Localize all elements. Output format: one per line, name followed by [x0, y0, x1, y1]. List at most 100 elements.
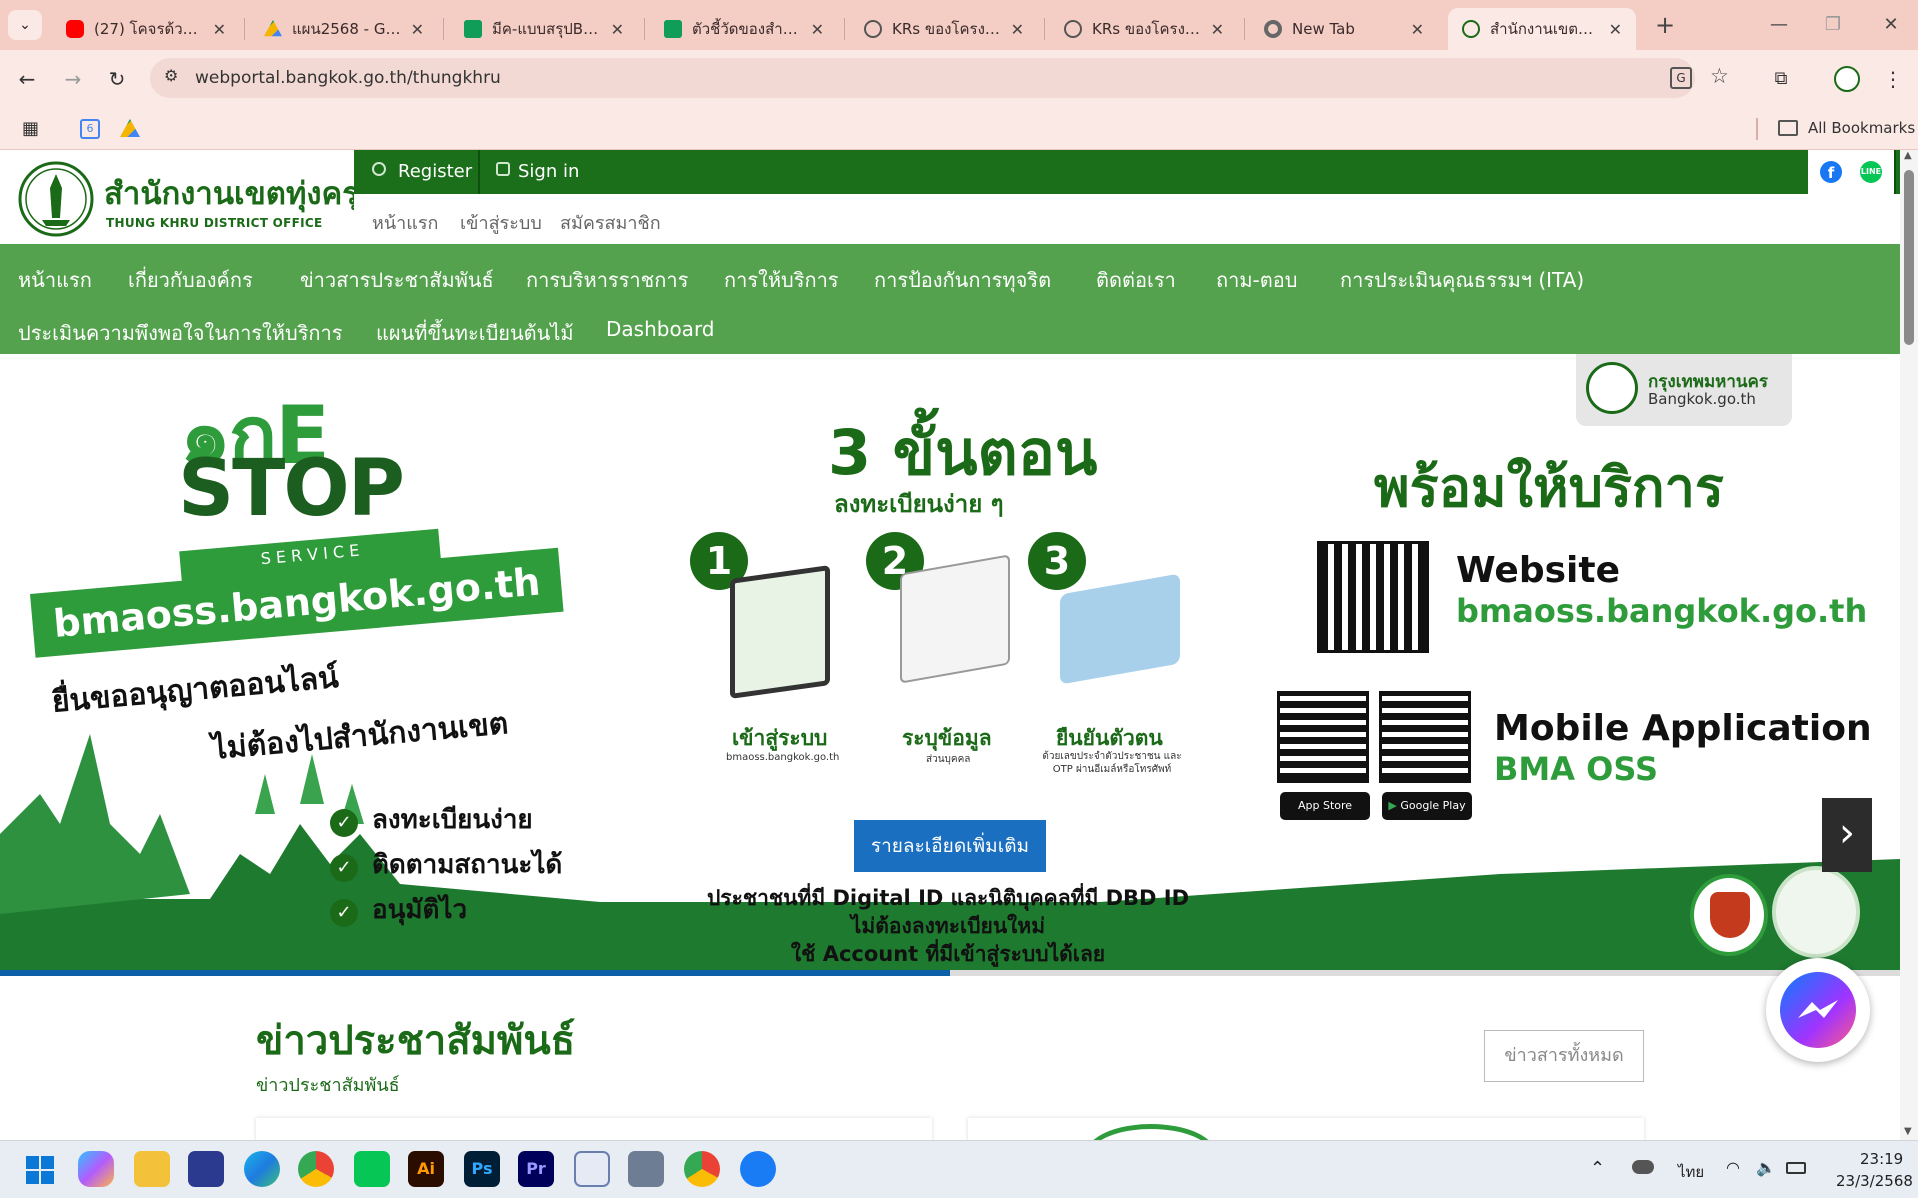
- steps-subtitle: ลงทะเบียนง่าย ๆ: [834, 490, 1004, 518]
- close-tab-icon[interactable]: ✕: [411, 20, 424, 39]
- subnav-home[interactable]: หน้าแรก: [372, 208, 438, 237]
- bma-badge[interactable]: กรุงเทพมหานคร Bangkok.go.th: [1576, 354, 1792, 426]
- google-drive-bookmark-icon[interactable]: [120, 119, 140, 137]
- subnav-login[interactable]: เข้าสู่ระบบ: [460, 208, 542, 237]
- copilot-icon[interactable]: [78, 1151, 114, 1187]
- hero-banner[interactable]: ๑กE STOP S E R V I C E bmaoss.bangkok.go…: [0, 354, 1900, 974]
- close-tab-icon[interactable]: ✕: [1609, 20, 1622, 39]
- google-calendar-icon[interactable]: 6: [80, 119, 100, 139]
- browser-tab[interactable]: KRs ของโครงการ : ✕: [850, 8, 1038, 50]
- nav-contact[interactable]: ติดต่อเรา: [1096, 264, 1176, 296]
- messenger-app-icon[interactable]: [740, 1151, 776, 1187]
- wifi-icon[interactable]: ◠: [1726, 1158, 1740, 1177]
- input-language[interactable]: ไทย: [1678, 1160, 1704, 1184]
- close-tab-icon[interactable]: ✕: [1011, 20, 1024, 39]
- forward-arrow-icon[interactable]: →: [58, 64, 88, 94]
- nav-satisfaction[interactable]: ประเมินความพึงพอใจในการให้บริการ: [18, 317, 343, 349]
- register-link[interactable]: Register: [398, 150, 472, 194]
- browser-tab[interactable]: แผน2568 - Goog ✕: [250, 8, 438, 50]
- nav-faq[interactable]: ถาม-ตอบ: [1216, 264, 1297, 296]
- snipping-tool-icon[interactable]: [574, 1151, 610, 1187]
- youtube-icon: [66, 20, 84, 38]
- onedrive-icon[interactable]: [1632, 1160, 1654, 1174]
- news-card[interactable]: [968, 1118, 1644, 1140]
- chrome-icon[interactable]: [298, 1151, 334, 1187]
- apps-grid-icon[interactable]: ▦: [22, 118, 39, 139]
- main-navigation: หน้าแรก เกี่ยวกับองค์กร ข่าวสารประชาสัมพ…: [0, 244, 1900, 354]
- close-tab-icon[interactable]: ✕: [611, 20, 624, 39]
- nav-administration[interactable]: การบริหารราชการ: [526, 264, 688, 296]
- bma-seal-icon: [1772, 866, 1860, 958]
- subnav-signup[interactable]: สมัครสมาชิก: [560, 208, 661, 237]
- nav-anti-corruption[interactable]: การป้องกันการทุจริต: [874, 264, 1051, 296]
- globe-icon: [1064, 20, 1082, 38]
- nav-news[interactable]: ข่าวสารประชาสัมพันธ์: [300, 264, 494, 296]
- line-icon[interactable]: LINE: [1860, 161, 1882, 183]
- clock-time[interactable]: 23:19: [1860, 1150, 1903, 1168]
- bma-seal-icon: [1462, 20, 1480, 38]
- new-tab-button[interactable]: +: [1650, 10, 1680, 40]
- nav-ita[interactable]: การประเมินคุณธรรมฯ (ITA): [1340, 264, 1584, 296]
- translate-icon[interactable]: G: [1670, 67, 1692, 89]
- chevron-up-icon[interactable]: ⌃: [1590, 1158, 1605, 1179]
- browser-tab[interactable]: New Tab ✕: [1250, 8, 1438, 50]
- scroll-up-arrow-icon[interactable]: ▲: [1904, 150, 1912, 161]
- volume-icon[interactable]: 🔈: [1756, 1158, 1776, 1177]
- browser-tab[interactable]: KRs ของโครงการ : ✕: [1050, 8, 1238, 50]
- browser-tab-active[interactable]: สำนักงานเขตทุ่งครุ ✕: [1448, 8, 1636, 50]
- detail-button[interactable]: รายละเอียดเพิ่มเติม: [854, 820, 1046, 872]
- bookmark-star-icon[interactable]: ☆: [1710, 64, 1729, 88]
- photoshop-icon[interactable]: Ps: [464, 1151, 500, 1187]
- edge-icon[interactable]: [244, 1151, 280, 1187]
- browser-tab[interactable]: (27) โคจรด้วยรัก - ✕: [52, 8, 240, 50]
- form-illustration: [900, 554, 1010, 684]
- nav-services[interactable]: การให้บริการ: [724, 264, 839, 296]
- scrollbar-thumb[interactable]: [1904, 170, 1914, 345]
- file-explorer-icon[interactable]: [134, 1151, 170, 1187]
- user-icon: [372, 162, 386, 176]
- line-app-icon[interactable]: [354, 1151, 390, 1187]
- nav-about[interactable]: เกี่ยวกับองค์กร: [128, 264, 253, 296]
- back-arrow-icon[interactable]: ←: [12, 64, 42, 94]
- close-tab-icon[interactable]: ✕: [213, 20, 226, 39]
- calculator-icon[interactable]: [628, 1151, 664, 1187]
- scroll-down-arrow-icon[interactable]: ▼: [1904, 1126, 1912, 1137]
- all-news-button[interactable]: ข่าวสารทั้งหมด: [1484, 1030, 1644, 1082]
- address-bar[interactable]: ⚙ webportal.bangkok.go.th/thungkhru G ☆: [150, 58, 1729, 98]
- browser-tab[interactable]: มีค-แบบสรุปBMAP ✕: [450, 8, 638, 50]
- site-info-icon[interactable]: ⚙: [164, 66, 178, 85]
- tab-search-button[interactable]: ⌄: [8, 10, 42, 40]
- maximize-button[interactable]: ❐: [1810, 10, 1856, 40]
- clock-date[interactable]: 23/3/2568: [1836, 1172, 1913, 1190]
- minimize-button[interactable]: —: [1756, 10, 1802, 40]
- nav-dashboard[interactable]: Dashboard: [606, 317, 715, 341]
- reload-icon[interactable]: ↻: [102, 64, 132, 94]
- carousel-next-button[interactable]: ›: [1822, 798, 1872, 872]
- extensions-icon[interactable]: ⧉: [1766, 64, 1796, 94]
- profile-avatar[interactable]: [1834, 66, 1860, 92]
- browser-tab[interactable]: ตัวชี้วัดของสำนักงา ✕: [650, 8, 838, 50]
- google-play-badge[interactable]: ▶ Google Play: [1382, 792, 1472, 820]
- close-window-button[interactable]: ✕: [1868, 10, 1914, 40]
- signin-link[interactable]: Sign in: [518, 150, 579, 194]
- chrome-icon[interactable]: [684, 1151, 720, 1187]
- app-store-badge[interactable]: App Store: [1280, 792, 1370, 820]
- globe-icon: [864, 20, 882, 38]
- all-bookmarks-link[interactable]: All Bookmarks: [1808, 119, 1915, 137]
- site-logo[interactable]: สำนักงานเขตทุ่งครุ THUNG KHRU DISTRICT O…: [18, 158, 359, 240]
- battery-icon[interactable]: [1786, 1162, 1806, 1174]
- app-icon[interactable]: [188, 1151, 224, 1187]
- news-card[interactable]: [256, 1118, 932, 1140]
- illustrator-icon[interactable]: Ai: [408, 1151, 444, 1187]
- ready-title: พร้อมให้บริการ: [1374, 456, 1724, 519]
- windows-start-icon[interactable]: [26, 1156, 54, 1184]
- nav-tree-map[interactable]: แผนที่ขึ้นทะเบียนต้นไม้: [376, 317, 574, 349]
- close-tab-icon[interactable]: ✕: [1411, 20, 1424, 39]
- close-tab-icon[interactable]: ✕: [811, 20, 824, 39]
- nav-home[interactable]: หน้าแรก: [18, 264, 92, 296]
- close-tab-icon[interactable]: ✕: [1211, 20, 1224, 39]
- messenger-chat-button[interactable]: [1766, 958, 1870, 1062]
- menu-kebab-icon[interactable]: ⋮: [1878, 64, 1908, 94]
- facebook-icon[interactable]: f: [1820, 161, 1842, 183]
- premiere-icon[interactable]: Pr: [518, 1151, 554, 1187]
